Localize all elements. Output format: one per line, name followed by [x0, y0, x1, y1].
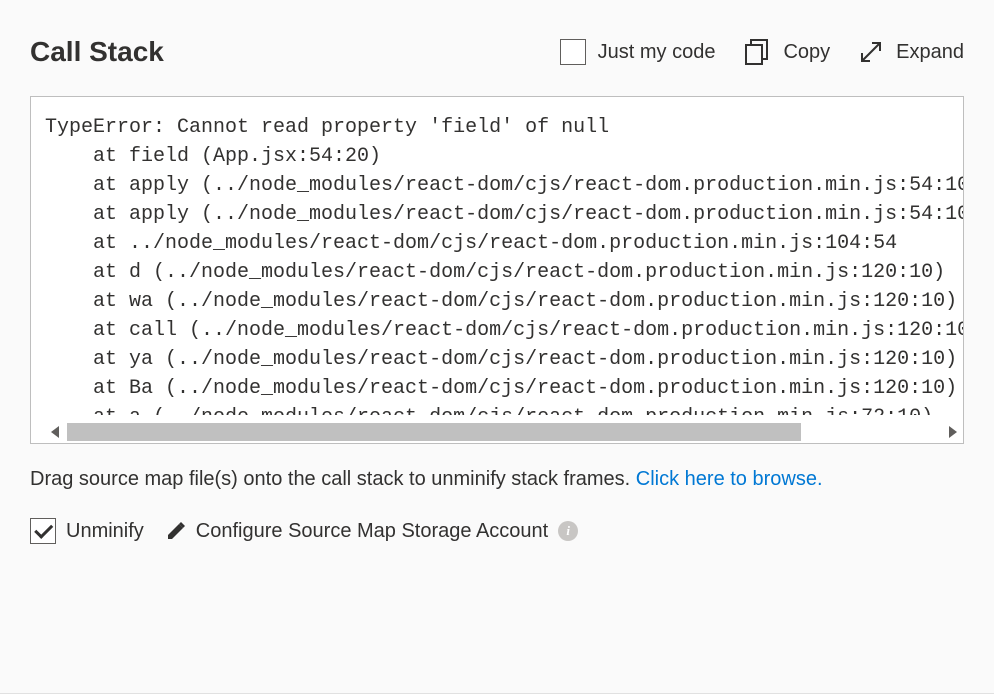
horizontal-scrollbar[interactable]: [45, 421, 963, 443]
source-map-hint: Drag source map file(s) onto the call st…: [30, 464, 964, 494]
footer-row: Unminify Configure Source Map Storage Ac…: [30, 518, 964, 544]
checkbox-icon: [560, 39, 586, 65]
call-stack-panel: TypeError: Cannot read property 'field' …: [30, 96, 964, 444]
copy-icon: [743, 37, 771, 67]
stack-trace-text[interactable]: TypeError: Cannot read property 'field' …: [45, 113, 963, 415]
configure-label: Configure Source Map Storage Account: [196, 520, 548, 543]
unminify-toggle[interactable]: Unminify: [30, 518, 144, 544]
hint-text: Drag source map file(s) onto the call st…: [30, 468, 636, 490]
scroll-right-icon: [949, 426, 957, 438]
page-title: Call Stack: [30, 36, 164, 68]
copy-label: Copy: [783, 41, 830, 64]
copy-button[interactable]: Copy: [743, 37, 830, 67]
scroll-left-icon: [51, 426, 59, 438]
configure-source-map-button[interactable]: Configure Source Map Storage Account i: [166, 520, 578, 543]
header: Call Stack Just my code Copy: [30, 36, 964, 68]
expand-label: Expand: [896, 41, 964, 64]
expand-button[interactable]: Expand: [858, 39, 964, 65]
expand-icon: [858, 39, 884, 65]
just-my-code-label: Just my code: [598, 41, 716, 64]
info-icon[interactable]: i: [558, 521, 578, 541]
checkbox-checked-icon: [30, 518, 56, 544]
scroll-thumb[interactable]: [67, 423, 801, 441]
unminify-label: Unminify: [66, 520, 144, 543]
just-my-code-toggle[interactable]: Just my code: [560, 39, 716, 65]
pencil-icon: [166, 521, 186, 541]
browse-link[interactable]: Click here to browse.: [636, 468, 823, 490]
toolbar: Just my code Copy Expand: [560, 37, 964, 67]
scroll-track: [67, 423, 941, 441]
